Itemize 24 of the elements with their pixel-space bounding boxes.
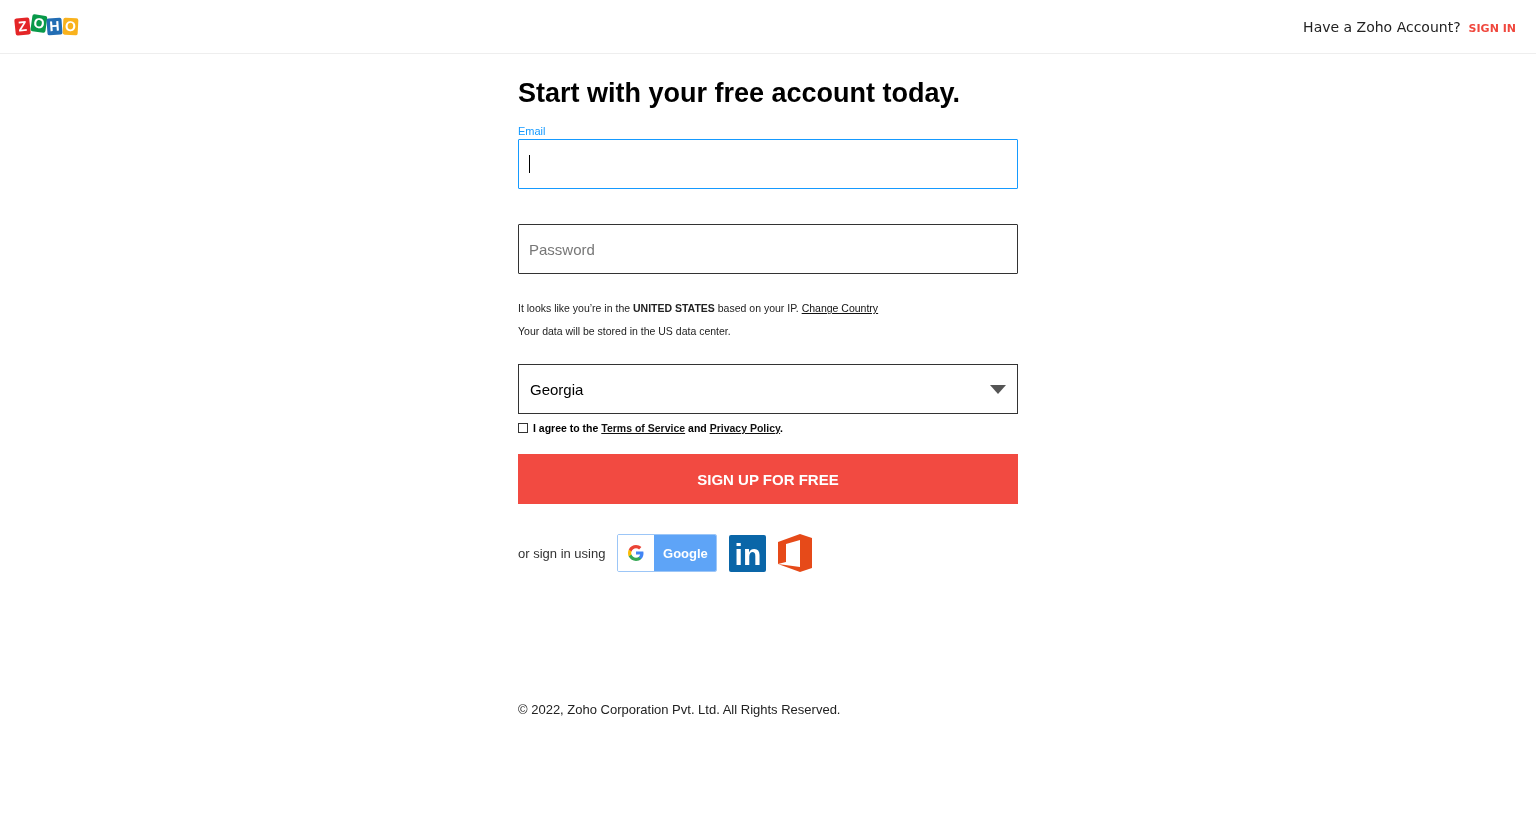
office-icon[interactable] [778, 534, 813, 572]
logo-letter: O [30, 14, 48, 33]
copyright-text: © 2022, Zoho Corporation Pvt. Ltd. All Rights Reserved. [518, 702, 842, 717]
linkedin-button[interactable]: in [729, 534, 767, 572]
logo-letter: H [46, 17, 63, 36]
terms-of-service-link[interactable]: Terms of Service [601, 422, 686, 434]
region-select[interactable]: Georgia [518, 364, 1018, 414]
change-country-link[interactable]: Change Country [801, 302, 879, 314]
google-g-icon [627, 544, 646, 562]
data-center-note: Your data will be stored in the US data center. [518, 325, 732, 337]
logo-letter: O [62, 17, 79, 36]
agreement-text: I agree to the Terms of Service and Privacy Policy. [533, 422, 783, 434]
sign-up-button[interactable]: SIGN UP FOR FREE [518, 454, 1018, 504]
email-label: Email [518, 125, 547, 137]
location-note: It looks like you’re in the UNITED STATES based on your IP. Change Country [518, 302, 880, 314]
page-title: Start with your free account today. [518, 78, 962, 109]
password-field[interactable]: Password [518, 224, 1018, 274]
email-field[interactable] [518, 139, 1018, 189]
agree-checkbox[interactable] [518, 423, 528, 433]
dropdown-arrow-icon [990, 384, 1006, 394]
social-sign-in-label: or sign in using [518, 545, 606, 561]
sign-in-link[interactable]: SIGN IN [1468, 21, 1516, 35]
logo-letter: Z [14, 17, 31, 36]
account-prompt: Have a Zoho Account? [1303, 18, 1461, 35]
